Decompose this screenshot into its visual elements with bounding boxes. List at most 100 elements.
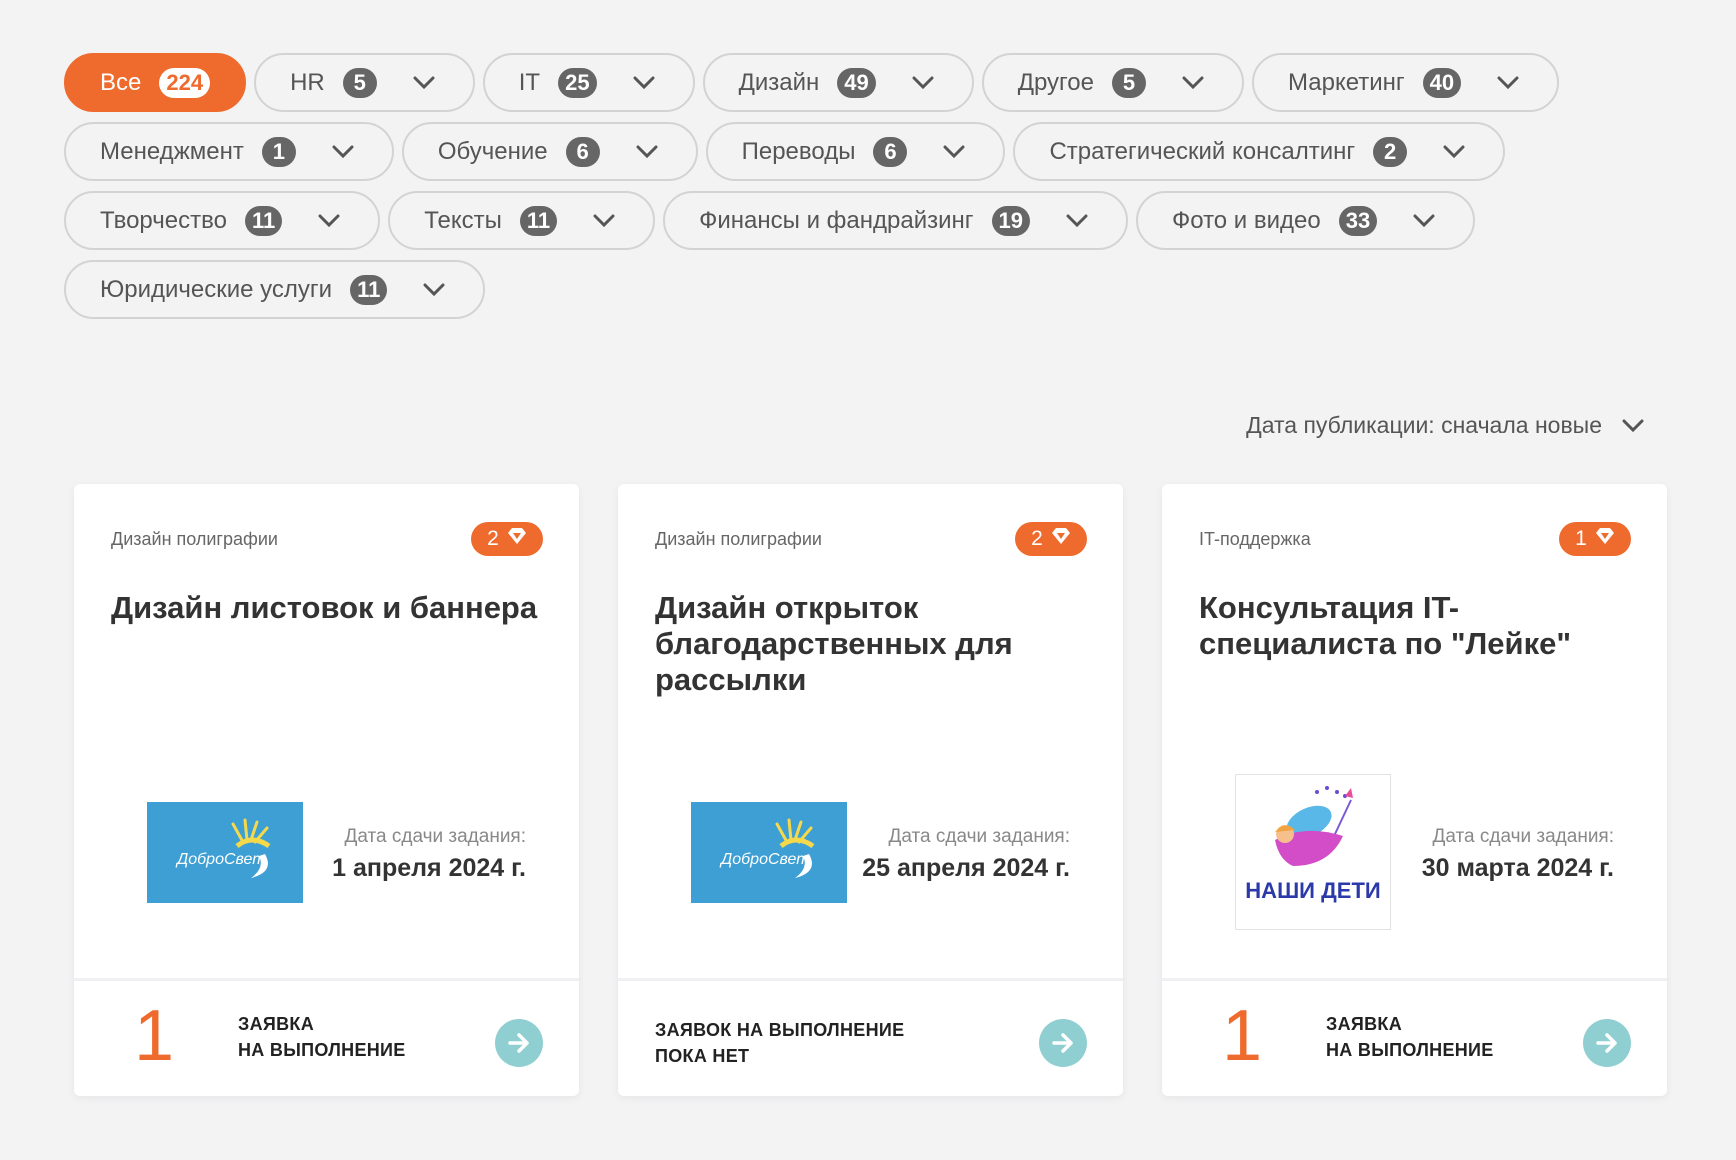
chevron-down-icon <box>328 137 358 167</box>
deadline-label: Дата сдачи задания: <box>888 826 1070 847</box>
diamond-icon <box>1595 527 1615 551</box>
filter-chip-finance[interactable]: Финансы и фандрайзинг 19 <box>663 191 1128 250</box>
arrow-right-icon[interactable] <box>1583 1019 1631 1067</box>
filter-label: Маркетинг <box>1287 68 1405 96</box>
filter-label: Фото и видео <box>1172 206 1321 234</box>
filter-count: 2 <box>1373 136 1408 167</box>
task-card[interactable]: Дизайн полиграфии 2 Дизайн открыток благ… <box>618 484 1123 1096</box>
chevron-down-icon <box>939 137 969 167</box>
filter-chip-all[interactable]: Все 224 <box>64 53 247 112</box>
filter-count: 11 <box>519 205 558 236</box>
card-footer: 1 ЗАЯВКА НА ВЫПОЛНЕНИЕ <box>74 978 579 1096</box>
filter-chip-creativity[interactable]: Творчество 11 <box>64 191 381 250</box>
filter-chip-texts[interactable]: Тексты 11 <box>388 191 656 250</box>
applications-label: ЗАЯВКА НА ВЫПОЛНЕНИЕ <box>1326 1014 1494 1060</box>
svg-text:ДоброСвет: ДоброСвет <box>719 851 810 868</box>
filter-chip-management[interactable]: Менеджмент 1 <box>64 122 394 181</box>
filter-count: 1 <box>261 136 296 167</box>
filter-label: Другое <box>1017 68 1094 96</box>
chevron-down-icon <box>632 137 662 167</box>
filter-count: 11 <box>244 205 283 236</box>
chevron-down-icon <box>1493 68 1523 98</box>
diamond-icon <box>1051 527 1071 551</box>
filter-label: Финансы и фандрайзинг <box>699 206 974 234</box>
points-value: 1 <box>1575 527 1587 550</box>
organization-logo: ДоброСвет <box>691 802 847 903</box>
filter-label: Все <box>100 68 142 96</box>
task-title: Консультация IT-специалиста по "Лейке" <box>1199 590 1572 661</box>
filter-label: Обучение <box>437 137 548 165</box>
arrow-right-icon[interactable] <box>1039 1019 1087 1067</box>
filter-label: Стратегический консалтинг <box>1049 137 1356 165</box>
task-title: Дизайн листовок и баннера <box>111 590 538 625</box>
task-card[interactable]: Дизайн полиграфии 2 Дизайн листовок и ба… <box>74 484 579 1096</box>
filter-label: Юридические услуги <box>100 275 333 303</box>
category-filters: Все 224 HR 5 IT 25 Дизайн 49 Другое 5 Ма… <box>64 53 1624 319</box>
deadline-date: 30 марта 2024 г. <box>1421 854 1614 882</box>
deadline-label: Дата сдачи задания: <box>344 826 526 847</box>
sort-label: Дата публикации: сначала новые <box>1246 412 1602 438</box>
chevron-down-icon <box>1409 206 1439 236</box>
chevron-down-icon <box>1622 412 1644 439</box>
points-badge: 2 <box>1015 522 1087 556</box>
deadline-label: Дата сдачи задания: <box>1432 826 1614 847</box>
applications-label: ЗАЯВКА НА ВЫПОЛНЕНИЕ <box>238 1014 406 1060</box>
filter-chip-it[interactable]: IT 25 <box>482 53 695 112</box>
chevron-down-icon <box>589 206 619 236</box>
deadline-date: 25 апреля 2024 г. <box>862 854 1070 882</box>
filter-count: 11 <box>350 274 388 305</box>
chevron-down-icon <box>314 206 344 236</box>
deadline: Дата сдачи задания: 25 апреля 2024 г. <box>862 826 1070 883</box>
filter-count: 6 <box>873 136 908 167</box>
filter-chip-design[interactable]: Дизайн 49 <box>702 53 974 112</box>
filter-chip-legal[interactable]: Юридические услуги 11 <box>64 260 486 319</box>
filter-chip-photo-video[interactable]: Фото и видео 33 <box>1136 191 1476 250</box>
card-footer: 1 ЗАЯВКА НА ВЫПОЛНЕНИЕ <box>1162 978 1667 1096</box>
svg-text:ДоброСвет: ДоброСвет <box>175 851 266 868</box>
task-category: IT-поддержка <box>1199 529 1311 549</box>
task-card[interactable]: IT-поддержка 1 Консультация IT-специалис… <box>1162 484 1667 1096</box>
chevron-down-icon <box>419 275 449 305</box>
diamond-icon <box>507 527 527 551</box>
filter-count: 40 <box>1422 67 1462 98</box>
arrow-right-icon[interactable] <box>495 1019 543 1067</box>
chevron-down-icon <box>1062 206 1092 236</box>
task-title: Дизайн открыток благодарственных для рас… <box>655 590 1013 697</box>
filter-count: 5 <box>342 67 377 98</box>
filter-chip-strategic-consulting[interactable]: Стратегический консалтинг 2 <box>1013 122 1506 181</box>
filter-label: Переводы <box>741 137 856 165</box>
filter-count: 6 <box>565 136 600 167</box>
organization-logo: НАШИ ДЕТИ <box>1235 774 1391 930</box>
filter-count: 5 <box>1111 67 1146 98</box>
applications-count: 1 <box>134 996 175 1076</box>
filter-label: Дизайн <box>738 68 820 96</box>
filter-chip-hr[interactable]: HR 5 <box>254 53 475 112</box>
chevron-down-icon <box>629 68 659 98</box>
points-value: 2 <box>1031 527 1043 550</box>
filter-chip-marketing[interactable]: Маркетинг 40 <box>1251 53 1560 112</box>
chevron-down-icon <box>409 68 439 98</box>
card-footer: ЗАЯВОК НА ВЫПОЛНЕНИЕ ПОКА НЕТ <box>618 978 1123 1096</box>
deadline: Дата сдачи задания: 1 апреля 2024 г. <box>332 826 526 883</box>
task-category: Дизайн полиграфии <box>111 529 278 549</box>
filter-chip-other[interactable]: Другое 5 <box>981 53 1244 112</box>
points-value: 2 <box>487 527 499 550</box>
filter-label: HR <box>290 68 325 96</box>
filter-chip-education[interactable]: Обучение 6 <box>401 122 698 181</box>
filter-count: 25 <box>558 67 597 98</box>
sort-dropdown[interactable]: Дата публикации: сначала новые <box>1246 412 1644 439</box>
deadline: Дата сдачи задания: 30 марта 2024 г. <box>1422 826 1614 883</box>
chevron-down-icon <box>908 68 938 98</box>
deadline-date: 1 апреля 2024 г. <box>332 854 526 882</box>
chevron-down-icon <box>1439 137 1469 167</box>
task-card-list: Дизайн полиграфии 2 Дизайн листовок и ба… <box>74 484 1667 1096</box>
filter-count: 19 <box>991 205 1030 236</box>
filter-label: Тексты <box>424 206 502 234</box>
organization-logo: ДоброСвет <box>147 802 303 903</box>
points-badge: 2 <box>471 522 543 556</box>
filter-chip-translations[interactable]: Переводы 6 <box>705 122 1006 181</box>
svg-text:НАШИ ДЕТИ: НАШИ ДЕТИ <box>1245 878 1380 903</box>
chevron-down-icon <box>1178 68 1208 98</box>
applications-count: 1 <box>1222 996 1263 1076</box>
filter-label: IT <box>518 68 541 96</box>
